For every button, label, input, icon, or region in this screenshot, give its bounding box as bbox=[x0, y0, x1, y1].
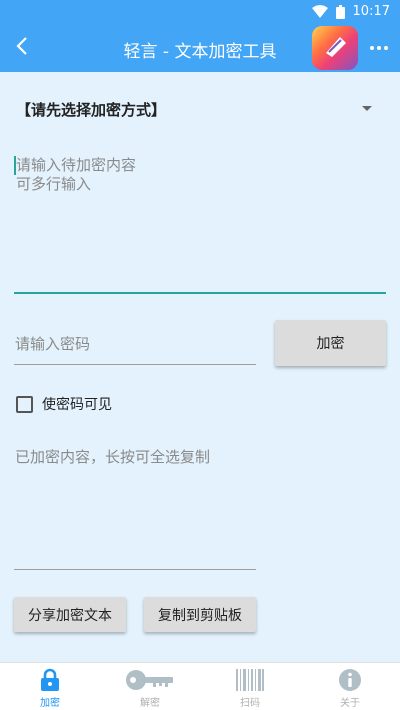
encrypted-result-field[interactable]: 已加密内容，长按可全选复制 bbox=[14, 440, 256, 570]
content-input[interactable]: 请输入待加密内容 可多行输入 bbox=[14, 152, 386, 294]
encrypt-button[interactable]: 加密 bbox=[275, 320, 386, 366]
info-icon bbox=[338, 667, 362, 693]
copy-to-clipboard-button[interactable]: 复制到剪贴板 bbox=[144, 597, 256, 632]
dot-icon bbox=[384, 46, 388, 50]
result-placeholder: 已加密内容，长按可全选复制 bbox=[15, 448, 211, 466]
battery-icon bbox=[335, 4, 345, 19]
share-button[interactable]: 分享加密文本 bbox=[14, 597, 126, 632]
password-placeholder: 请输入密码 bbox=[15, 335, 91, 353]
nav-label-about: 关于 bbox=[340, 698, 360, 709]
spinner-selected-value: 【请先选择加密方式】 bbox=[16, 101, 167, 119]
overflow-menu-button[interactable] bbox=[364, 36, 394, 60]
dot-icon bbox=[370, 46, 374, 50]
encryption-method-spinner[interactable]: 【请先选择加密方式】 bbox=[14, 88, 386, 128]
nav-label-decrypt: 解密 bbox=[140, 698, 160, 709]
barcode-icon bbox=[235, 667, 265, 693]
lock-icon bbox=[39, 667, 61, 693]
status-time: 10:17 bbox=[352, 4, 390, 19]
feather-icon bbox=[320, 31, 350, 65]
app-bar: 轻言 - 文本加密工具 bbox=[0, 24, 400, 72]
bottom-navigation: 加密 解密 扫码 关于 bbox=[0, 662, 400, 710]
nav-item-encrypt[interactable]: 加密 bbox=[0, 663, 100, 710]
show-password-label: 使密码可见 bbox=[42, 397, 112, 413]
nav-item-scan[interactable]: 扫码 bbox=[200, 663, 300, 710]
nav-label-encrypt: 加密 bbox=[40, 698, 60, 709]
nav-item-decrypt[interactable]: 解密 bbox=[100, 663, 200, 710]
nav-item-about[interactable]: 关于 bbox=[300, 663, 400, 710]
dot-icon bbox=[377, 46, 381, 50]
show-password-checkbox[interactable] bbox=[16, 395, 33, 413]
key-icon bbox=[125, 667, 175, 693]
password-input[interactable]: 请输入密码 bbox=[14, 324, 256, 365]
content-placeholder: 请输入待加密内容 可多行输入 bbox=[16, 156, 137, 193]
app-logo[interactable] bbox=[312, 26, 358, 70]
nav-label-scan: 扫码 bbox=[240, 698, 260, 709]
wifi-icon bbox=[311, 5, 328, 18]
status-icons: 10:17 bbox=[311, 4, 390, 19]
dropdown-arrow-icon bbox=[362, 106, 372, 111]
show-password-row[interactable]: 使密码可见 bbox=[16, 393, 112, 415]
status-bar: 10:17 bbox=[0, 0, 400, 24]
